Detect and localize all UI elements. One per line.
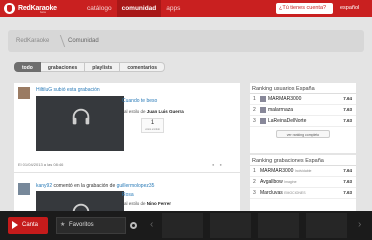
votes-count: 1 [150,120,155,126]
recording-thumbnail[interactable] [36,191,124,213]
tab-grabaciones[interactable]: grabaciones [40,62,86,72]
avatar [260,107,266,113]
nav-catalogo[interactable]: catálogo [82,0,117,17]
tab-comentarios[interactable]: comentarios [120,62,166,72]
post-tools[interactable]: ● ● [212,162,224,167]
post-headline: kany92 comentó en la grabación de guille… [36,183,154,189]
ranking-row[interactable]: 3 Marcluvas EMOCIONES 7.63 [250,188,356,199]
account-button[interactable]: ¿Tú tienes cuenta? [276,3,333,14]
artist-name[interactable]: Nino Ferrer [147,201,171,206]
post-date: El 01/04/2013 a las 08:46 [18,162,64,167]
rank-number: 2 [253,179,256,185]
rank-score: 7.64 [343,96,352,101]
rank-score: 7.63 [343,190,352,195]
logo-subtitle: beta [40,10,46,14]
nav-comunidad[interactable]: comunidad [116,0,162,17]
player-bar: Canta ★ Favoritos ▼ ‹ › [0,211,372,240]
avatar [260,96,266,102]
artist-prefix: al estilo de [124,201,146,206]
rank-name[interactable]: malarrnaza [268,107,293,113]
ranking-row[interactable]: 2 Avgallbow Imagine 7.63 [250,177,356,188]
nav-apps[interactable]: apps [161,0,185,17]
top-bar: RedKaraoke beta catálogo comunidad apps … [0,0,372,17]
filter-tabs: todo grabaciones playlists comentarios [14,62,166,72]
target-user-link[interactable]: guillermolopez35 [117,183,155,189]
ranking-row[interactable]: 1 MARMAR3000 Inolvidable 7.64 [250,166,356,177]
ranking-row[interactable]: 3 LaReinaDelNorte 7.63 [250,116,356,127]
artist-prefix: al estilo de [124,109,146,114]
song-artist: al estilo de Nino Ferrer [124,201,171,206]
ranking-row[interactable]: 2 malarrnaza 7.63 [250,105,356,116]
votes-label: votos emitido [145,128,160,131]
feed-post: kany92 comentó en la grabación de guille… [14,179,240,213]
post-headline: HiltiluG subió esta grabación [36,87,100,93]
panel-title: Ranking usuarios España [250,83,356,94]
artist-name[interactable]: Juan Luis Guerra [147,109,184,114]
breadcrumb-separator [54,35,66,47]
post-user-link[interactable]: kany92 [36,183,52,189]
view-full-ranking-button[interactable]: ver ranking completo [276,130,330,138]
carousel-card[interactable] [306,213,347,238]
rank-score: 7.63 [343,179,352,184]
song-carousel [162,213,352,238]
breadcrumb: RedKaraoke Comunidad [8,30,364,52]
logo-text: RedKaraoke [18,5,57,12]
logo[interactable]: RedKaraoke [4,3,57,14]
song-title-link[interactable]: Cuando te beso [122,98,157,104]
votes-box: 1 votos emitido [141,118,164,133]
breadcrumb-home[interactable]: RedKaraoke [16,30,49,52]
main-nav: catálogo comunidad apps [82,0,185,17]
carousel-card[interactable] [210,213,251,238]
ranking-users-panel: Ranking usuarios España 1 MARMAR3000 7.6… [250,83,356,153]
chevron-left-icon[interactable]: ‹ [150,219,153,230]
gear-icon[interactable] [130,222,137,229]
logo-icon [4,3,15,14]
song-artist: al estilo de Juan Luis Guerra [124,109,184,114]
canta-label: Canta [22,222,39,228]
rank-name[interactable]: Marcluvas EMOCIONES [260,190,306,196]
rank-name[interactable]: Avgallbow Imagine [260,179,297,185]
post-action: subió esta grabación [53,87,100,93]
rank-score: 7.63 [343,107,352,112]
avatar[interactable] [18,87,30,99]
carousel-card[interactable] [258,213,299,238]
rank-name[interactable]: LaReinaDelNorte [268,118,306,124]
activity-feed: HiltiluG subió esta grabación Cuando te … [14,83,240,213]
rank-number: 3 [253,118,256,124]
ranking-recordings-panel: Ranking grabaciones España 1 MARMAR3000 … [250,155,356,215]
avatar[interactable] [18,183,30,195]
star-icon: ★ [60,222,66,228]
feed-post: HiltiluG subió esta grabación Cuando te … [14,83,240,173]
rank-number: 1 [253,96,256,102]
song-title-link[interactable]: Rosa [122,192,134,198]
post-user-link[interactable]: HiltiluG [36,87,52,93]
breadcrumb-current: Comunidad [68,38,99,44]
language-selector[interactable]: español [340,0,359,17]
rank-name[interactable]: MARMAR3000 [268,96,301,102]
headphones-icon [72,108,90,125]
rank-number: 3 [253,190,256,196]
rank-number: 1 [253,168,256,174]
rank-score: 7.64 [343,168,352,173]
chevron-right-icon[interactable]: › [358,219,361,230]
recording-thumbnail[interactable] [36,96,124,151]
rank-name[interactable]: MARMAR3000 Inolvidable [260,168,311,174]
avatar [260,118,266,124]
favoritos-label: Favoritos [69,222,94,228]
carousel-card[interactable] [162,213,203,238]
tab-todo[interactable]: todo [14,62,41,72]
panel-title: Ranking grabaciones España [250,155,356,166]
rank-number: 2 [253,107,256,113]
rank-score: 7.63 [343,118,352,123]
tab-playlists[interactable]: playlists [85,62,121,72]
ranking-row[interactable]: 1 MARMAR3000 7.64 [250,94,356,105]
canta-button[interactable]: Canta [8,217,48,234]
post-action: comentó en la grabación de [53,183,116,189]
favoritos-dropdown[interactable]: ★ Favoritos ▼ [56,217,177,235]
play-icon [12,221,18,229]
